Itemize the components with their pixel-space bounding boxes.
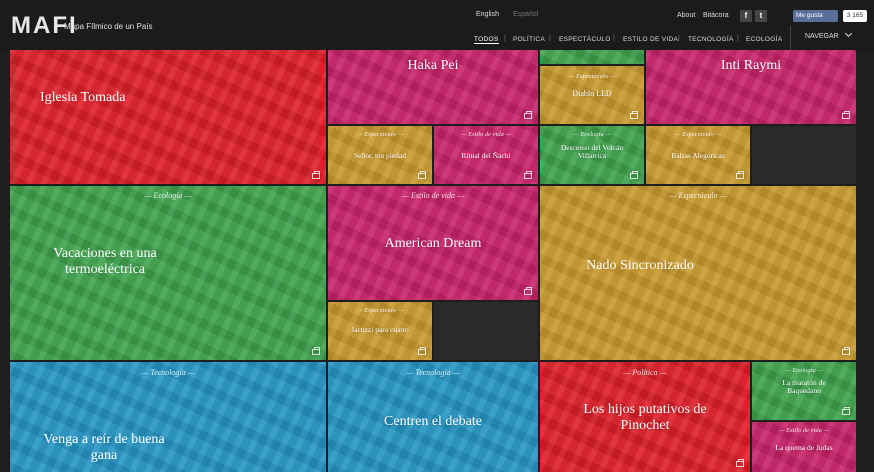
like-label: Me gusta xyxy=(796,12,823,19)
facebook-icon[interactable]: f xyxy=(740,10,752,22)
tile-category: — Política — xyxy=(623,368,667,377)
tile-title: Vacaciones en una termoeléctrica xyxy=(53,246,157,277)
tile-title: Ritual del Ñachi xyxy=(461,151,511,160)
tile-category: — Ecología — xyxy=(144,191,192,200)
tile-maraton-baquedano[interactable]: — Ecología — La maratón de Baquedano xyxy=(752,362,856,420)
nav-politica[interactable]: POLÍTICA xyxy=(513,36,545,43)
tile-category: — Estilo de vida — xyxy=(460,131,512,138)
nav-separator: | xyxy=(549,35,551,42)
tile-venga-a-reir[interactable]: — Tecnología — Venga a reír de buena gan… xyxy=(10,362,326,472)
tile-category: — Estilo de vida — xyxy=(401,191,465,200)
film-icon xyxy=(524,171,532,179)
about-link[interactable]: About xyxy=(677,12,695,19)
site-subtitle: Mapa Fílmico de un País xyxy=(64,22,153,31)
nav-separator: | xyxy=(678,35,680,42)
bitacora-link[interactable]: Bitácora xyxy=(703,12,729,19)
tile-jacuzzi-para-cuatro[interactable]: — Espectáculo — Jacuzzi para cuatro xyxy=(328,302,432,360)
nav-separator: | xyxy=(613,35,615,42)
tile-category: — Ecología — xyxy=(784,367,824,374)
film-icon xyxy=(524,111,532,119)
tile-nado-sincronizado[interactable]: — Espectáculo — Nado Sincronizado xyxy=(540,186,856,360)
empty-tile xyxy=(752,126,856,184)
lang-english-link[interactable]: English xyxy=(476,11,499,18)
film-icon xyxy=(842,407,850,415)
tile-centren-el-debate[interactable]: — Tecnología — Centren el debate xyxy=(328,362,538,472)
nav-ecologia[interactable]: ECOLOGÍA xyxy=(746,36,782,43)
tile-senor-ten-piedad[interactable]: — Espectáculo — Señor, ten piedad xyxy=(328,126,432,184)
tile-hijos-putativos[interactable]: — Política — Los hijos putativos de Pino… xyxy=(540,362,750,472)
tile-category: — Espectáculo — xyxy=(568,73,616,80)
like-count: 3 165 xyxy=(843,10,867,22)
tile-ritual-del-nachi[interactable]: — Estilo de vida — Ritual del Ñachi xyxy=(434,126,538,184)
tile-title: Balsas Alegóricas xyxy=(671,151,725,160)
nav-todos[interactable]: TODOS xyxy=(474,36,499,44)
tile-title: Señor, ten piedad xyxy=(354,151,406,160)
tile-category: — Espectáculo — xyxy=(674,131,722,138)
tile-title: Inti Raymi xyxy=(720,58,782,73)
tile-title: Nado Sincronizado xyxy=(586,258,694,273)
tile-diablo-led-top[interactable] xyxy=(540,50,644,64)
film-icon xyxy=(736,171,744,179)
tile-title: Iglesia Tomada xyxy=(40,90,126,105)
nav-espectaculo[interactable]: ESPECTÁCULO xyxy=(559,36,611,43)
film-icon xyxy=(630,111,638,119)
film-icon xyxy=(524,287,532,295)
nav-estilo-de-vida[interactable]: ESTILO DE VIDA xyxy=(623,36,678,43)
tile-title: Diablo LED xyxy=(572,89,612,98)
navegar-label: NAVEGAR xyxy=(805,33,839,40)
tile-title: La maratón de Baquedano xyxy=(782,378,826,396)
tile-image xyxy=(10,50,326,184)
tile-american-dream[interactable]: — Estilo de vida — American Dream xyxy=(328,186,538,300)
tile-title: La quema de Judas xyxy=(775,443,833,452)
empty-tile xyxy=(434,302,538,360)
film-icon xyxy=(418,347,426,355)
tile-category: — Tecnología — xyxy=(406,368,460,377)
nav-separator: | xyxy=(737,35,739,42)
tile-vacaciones-termoelectrica[interactable]: — Ecología — Vacaciones en una termoeléc… xyxy=(10,186,326,360)
tile-title: Venga a reír de buena gana xyxy=(43,432,165,463)
twitter-icon[interactable]: t xyxy=(755,10,767,22)
tile-category: — Espectáculo — xyxy=(669,191,727,200)
lang-spanish-link[interactable]: Español xyxy=(513,11,538,18)
top-bar: MAFI Mapa Fílmico de un País English Esp… xyxy=(0,0,874,50)
tile-category: — Espectáculo — xyxy=(356,307,404,314)
tile-title: Centren el debate xyxy=(384,414,482,429)
tile-image xyxy=(540,50,644,64)
film-icon xyxy=(418,171,426,179)
tile-balsas-alegoricas[interactable]: — Espectáculo — Balsas Alegóricas xyxy=(646,126,750,184)
tile-category: — Espectáculo — xyxy=(356,131,404,138)
nav-tecnologia[interactable]: TECNOLOGÍA xyxy=(688,36,734,43)
facebook-like-button[interactable]: Me gusta xyxy=(793,10,838,22)
tile-category: — Ecología — xyxy=(572,131,612,138)
tile-category: — Tecnología — xyxy=(141,368,195,377)
tile-quema-de-judas[interactable]: — Estilo de vida — La quema de Judas xyxy=(752,422,856,472)
film-icon xyxy=(312,171,320,179)
film-icon xyxy=(312,347,320,355)
tile-title: Los hijos putativos de Pinochet xyxy=(583,402,707,433)
tile-haka-pei[interactable]: Haka Pei xyxy=(328,50,538,124)
film-icon xyxy=(842,111,850,119)
tile-diablo-led[interactable]: — Espectáculo — Diablo LED xyxy=(540,66,644,124)
navegar-dropdown[interactable]: NAVEGAR xyxy=(790,26,868,50)
tile-descenso-villarrica[interactable]: — Ecología — Descenso del Volcán Villarr… xyxy=(540,126,644,184)
film-icon xyxy=(736,459,744,467)
tile-inti-raymi[interactable]: Inti Raymi xyxy=(646,50,856,124)
film-icon xyxy=(842,347,850,355)
chevron-down-icon xyxy=(844,29,852,38)
nav-separator: | xyxy=(504,35,506,42)
tile-category: — Estilo de vida — xyxy=(778,427,830,434)
tile-title: Haka Pei xyxy=(407,58,459,73)
tile-title: Descenso del Volcán Villarrica xyxy=(560,143,624,161)
film-icon xyxy=(630,171,638,179)
tile-iglesia-tomada[interactable]: Iglesia Tomada xyxy=(10,50,326,184)
tile-title: Jacuzzi para cuatro xyxy=(351,325,409,334)
tile-title: American Dream xyxy=(384,236,482,251)
